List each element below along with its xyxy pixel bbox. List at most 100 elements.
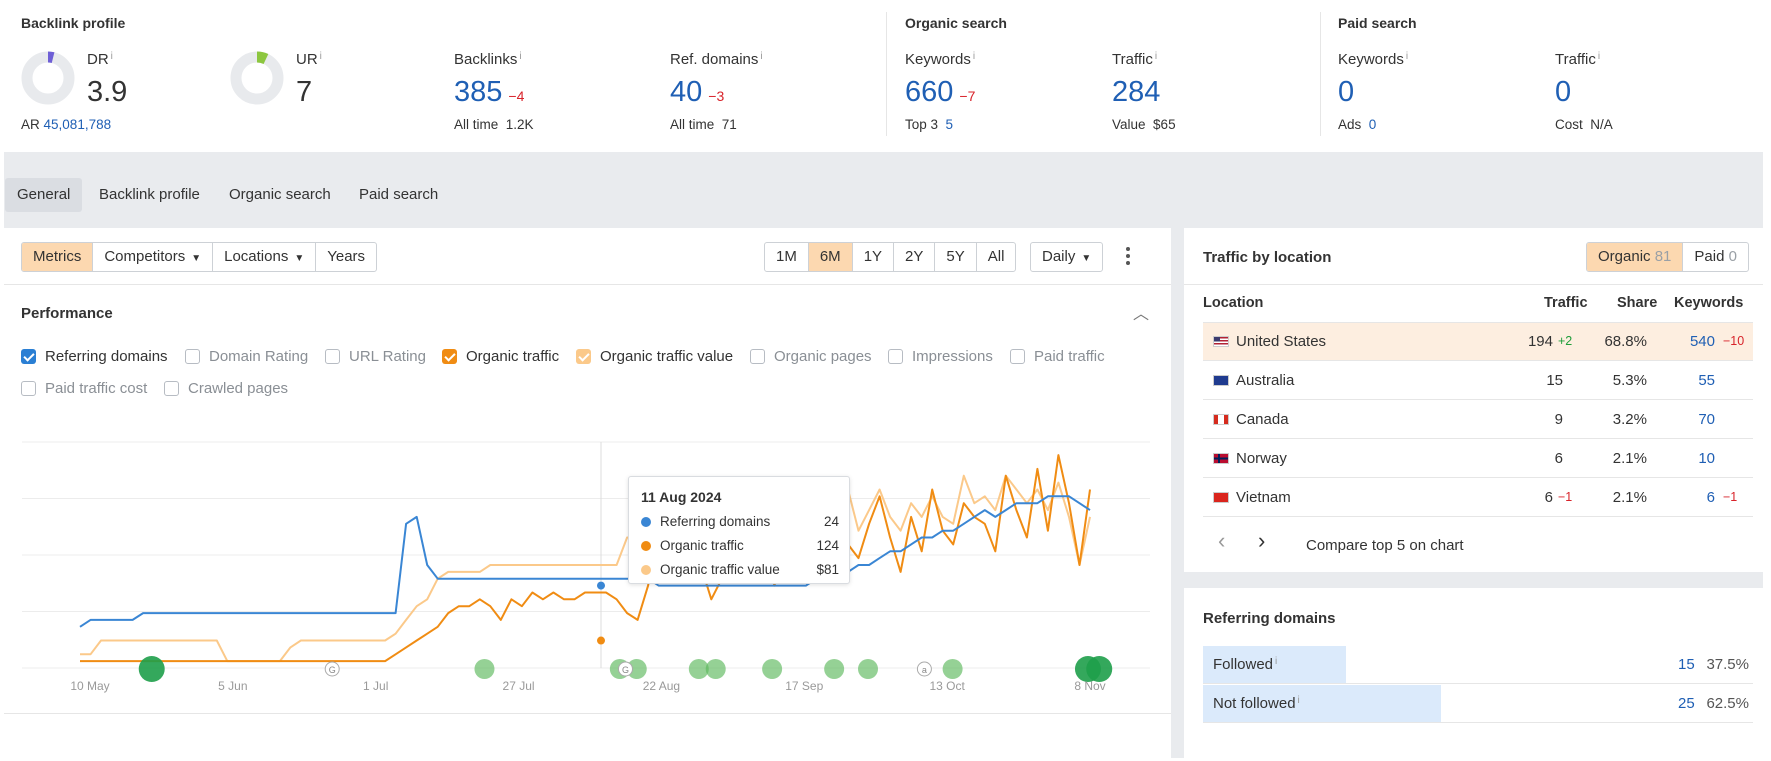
info-icon[interactable]: i [320,51,322,62]
event-marker[interactable] [138,656,165,682]
info-icon[interactable]: i [1275,656,1277,667]
table-row[interactable]: United States 194 +2 68.8% 540 −10 [1203,323,1753,361]
organic-keywords-label[interactable]: Keywords i [905,51,975,68]
ur-label[interactable]: UR i [296,51,322,68]
location-name[interactable]: Vietnam [1236,489,1291,506]
column-share[interactable]: Share [1617,295,1657,311]
series-line-organic-traffic-value[interactable] [80,474,1091,663]
range-all-button[interactable]: All [975,243,1016,271]
info-icon[interactable]: i [973,51,975,62]
view-switcher: Metrics Competitors ▼ Locations ▼ Years [21,242,378,272]
keywords-delta: −1 [1723,490,1738,504]
series-line-organic-traffic[interactable] [80,454,1091,663]
location-name[interactable]: Norway [1236,450,1287,467]
not-followed-row[interactable]: Not followed i 25 62.5% [1203,685,1753,723]
paid-traffic-label[interactable]: Traffic i [1555,51,1600,68]
ur-value: 7 [296,76,313,108]
event-marker[interactable] [762,659,783,679]
keywords-value[interactable]: 540 [1690,333,1715,350]
event-marker[interactable] [705,659,726,679]
compare-top5-link[interactable]: Compare top 5 on chart [1306,537,1464,554]
series-dot-icon [641,540,651,551]
checkbox-impressions[interactable]: Impressions [888,348,993,365]
range-6m-button[interactable]: 6M [807,243,852,271]
next-page-icon[interactable]: › [1258,530,1265,552]
locations-dropdown[interactable]: Locations ▼ [212,243,315,271]
divider [4,284,1171,285]
organic-toggle-button[interactable]: Organic 81 [1587,243,1683,271]
info-icon[interactable]: i [1298,695,1300,706]
prev-page-icon[interactable]: ‹ [1218,530,1225,552]
ar-value[interactable]: 45,081,788 [44,117,112,132]
column-keywords[interactable]: Keywords [1674,295,1743,311]
competitors-dropdown[interactable]: Competitors ▼ [92,243,212,271]
annotation-marker[interactable]: G [617,661,633,677]
location-name[interactable]: United States [1236,333,1326,350]
info-icon[interactable]: i [1598,51,1600,62]
paid-keywords-value[interactable]: 0 [1338,76,1354,108]
tab-paid-search[interactable]: Paid search [347,178,450,212]
organic-keywords-value[interactable]: 660 [905,76,953,108]
event-marker[interactable] [824,659,845,679]
interval-label[interactable]: Daily ▼ [1031,243,1102,271]
keywords-value[interactable]: 10 [1698,450,1715,467]
collapse-chevron-icon[interactable]: ︿ [1133,300,1149,324]
table-row[interactable]: Norway 6 2.1% 10 [1203,440,1753,478]
range-2y-button[interactable]: 2Y [893,243,934,271]
checkbox-url-rating[interactable]: URL Rating [325,348,426,365]
more-options-icon[interactable] [1126,247,1130,268]
not-followed-count[interactable]: 25 [1678,695,1695,712]
range-1m-button[interactable]: 1M [765,243,808,271]
range-1y-button[interactable]: 1Y [851,243,893,271]
interval-dropdown[interactable]: Daily ▼ [1030,242,1104,272]
dr-label[interactable]: DR i [87,51,113,68]
range-5y-button[interactable]: 5Y [934,243,975,271]
organic-traffic-value[interactable]: 284 [1112,76,1160,108]
checkbox-organic-traffic[interactable]: Organic traffic [442,348,559,365]
table-row[interactable]: Vietnam 6 −1 2.1% 6 −1 [1203,479,1753,517]
organic-traffic-label[interactable]: Traffic i [1112,51,1157,68]
tab-general[interactable]: General [5,178,83,212]
checkbox-paid-traffic-cost[interactable]: Paid traffic cost [21,380,147,397]
ref-domains-label[interactable]: Ref. domains i [670,51,763,68]
keywords-value[interactable]: 6 [1707,489,1715,506]
paid-keywords-label[interactable]: Keywords i [1338,51,1408,68]
event-marker[interactable] [858,659,878,679]
column-location[interactable]: Location [1203,295,1263,311]
info-icon[interactable]: i [111,51,113,62]
annotation-marker[interactable]: G [324,661,340,677]
table-row[interactable]: Canada 9 3.2% 70 [1203,401,1753,439]
backlinks-label[interactable]: Backlinks i [454,51,522,68]
paid-toggle-button[interactable]: Paid 0 [1682,243,1748,271]
tab-organic-search[interactable]: Organic search [217,178,343,212]
event-marker[interactable] [942,659,963,679]
info-icon[interactable]: i [519,51,521,62]
metrics-button[interactable]: Metrics [22,243,93,271]
checkbox-crawled-pages[interactable]: Crawled pages [164,380,288,397]
location-name[interactable]: Australia [1236,372,1294,389]
column-traffic[interactable]: Traffic [1544,295,1588,311]
keywords-value[interactable]: 70 [1698,411,1715,428]
info-icon[interactable]: i [760,51,762,62]
checkbox-organic-pages[interactable]: Organic pages [750,348,872,365]
ref-domains-value[interactable]: 40 [670,76,702,108]
checkbox-paid-traffic[interactable]: Paid traffic [1010,348,1105,365]
checkbox-organic-traffic-value[interactable]: Organic traffic value [576,348,733,365]
caret-down-icon: ▼ [294,253,305,264]
followed-row[interactable]: Followed i 15 37.5% [1203,646,1753,684]
annotation-marker[interactable]: a [916,661,932,677]
years-button[interactable]: Years [315,243,376,271]
checkbox-domain-rating[interactable]: Domain Rating [185,348,308,365]
followed-count[interactable]: 15 [1678,656,1695,673]
location-name[interactable]: Canada [1236,411,1289,428]
checkbox-referring-domains[interactable]: Referring domains [21,348,168,365]
keywords-value[interactable]: 55 [1698,372,1715,389]
table-row[interactable]: Australia 15 5.3% 55 [1203,362,1753,400]
tab-backlink-profile[interactable]: Backlink profile [87,178,212,212]
paid-traffic-value[interactable]: 0 [1555,76,1571,108]
event-marker[interactable] [474,659,495,679]
performance-chart[interactable]: G Ga 10 May 5 Jun 1 Jul 27 Jul 22 Aug 17 Sep 13… [0,430,1171,710]
backlinks-value[interactable]: 385 [454,76,502,108]
info-icon[interactable]: i [1155,51,1157,62]
info-icon[interactable]: i [1406,51,1408,62]
